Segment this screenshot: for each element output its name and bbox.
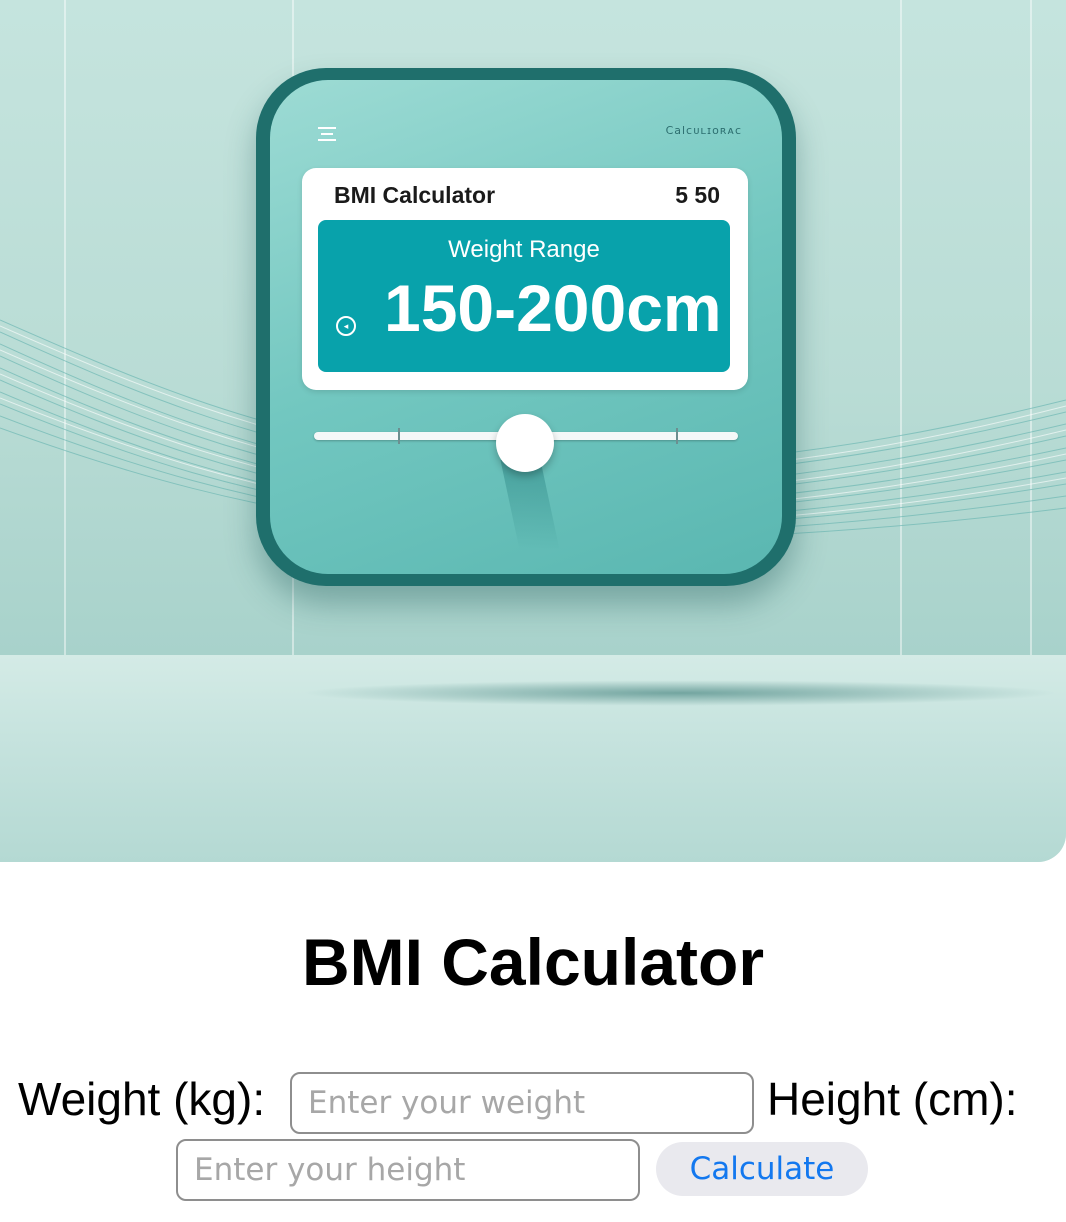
calculator-device: Calcᴜʟɪᴏʀᴀᴄ BMI Calculator 5 50 Weight R… [256,68,796,586]
device-screen: BMI Calculator 5 50 Weight Range ◂ 150-2… [302,168,748,390]
slider-thumb-shadow [500,460,560,550]
menu-icon [316,124,338,147]
height-label: Height (cm): [767,1073,1018,1125]
device-face: Calcᴜʟɪᴏʀᴀᴄ BMI Calculator 5 50 Weight R… [270,80,782,574]
slider-tick [676,428,678,444]
weight-label: Weight (kg): [18,1073,266,1125]
page-title: BMI Calculator [301,925,765,999]
display-panel: Weight Range ◂ 150-200cm [318,220,730,372]
calculate-button[interactable]: Calculate [656,1142,868,1196]
range-label: Weight Range [448,236,600,263]
range-value: 150-200cm [384,271,722,345]
device-screen-title: BMI Calculator [334,182,496,208]
device-slider-thumb [496,414,554,472]
floor-shadow [300,680,1060,706]
height-input[interactable] [176,1139,640,1201]
hero-image: Calcᴜʟɪᴏʀᴀᴄ BMI Calculator 5 50 Weight R… [0,0,1066,862]
device-brand: Calcᴜʟɪᴏʀᴀᴄ [665,124,742,137]
slider-tick [398,428,400,444]
weight-input[interactable] [290,1072,754,1134]
device-screen-number: 5 50 [675,182,720,208]
sound-icon: ◂ [336,316,356,336]
